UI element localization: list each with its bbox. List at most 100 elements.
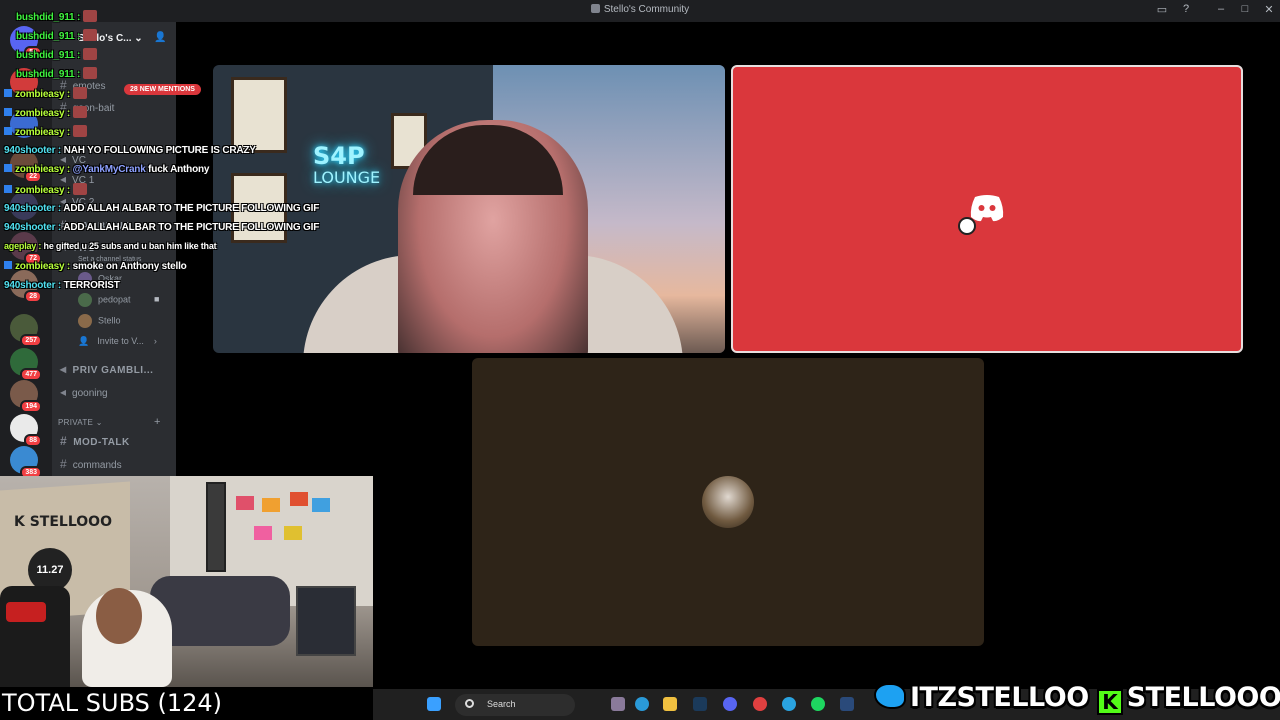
invite-to-voice[interactable]: 👤 Invite to V... › [78, 336, 157, 347]
chat-message: bushdid_911 : [16, 10, 98, 23]
emote-icon [73, 87, 88, 99]
voice-user-stello[interactable]: Stello [78, 314, 121, 328]
mention-badge: 194 [20, 400, 42, 413]
hash-icon: # [60, 457, 67, 471]
windows-start-icon[interactable] [427, 697, 441, 711]
window-title: Stello's Community [0, 4, 1280, 15]
person-add-icon: 👤 [78, 336, 90, 346]
edge-icon[interactable] [635, 697, 649, 711]
chair-accent [6, 602, 46, 622]
emote-icon [83, 67, 98, 79]
chat-message: 940shooter : NAH YO FOLLOWING PICTURE IS… [4, 145, 256, 156]
chrome-icon[interactable] [753, 697, 767, 711]
voice-user-pedopat[interactable]: pedopat [78, 293, 131, 307]
twitch-icon [4, 89, 12, 97]
wall-frame [231, 77, 287, 153]
discord-logo-icon [970, 195, 1004, 222]
wall-sticker [312, 498, 330, 512]
chat-message: bushdid_911 : [16, 29, 98, 42]
avatar [78, 314, 92, 328]
mention-badge: 88 [24, 434, 42, 447]
wall-sticker [284, 526, 302, 540]
add-member-icon[interactable]: 👤 [154, 32, 166, 43]
steam-icon-2[interactable] [840, 697, 854, 711]
box-label: K STELLOOO [14, 514, 112, 530]
chevron-right-icon: › [153, 336, 157, 346]
telegram-icon[interactable] [782, 697, 796, 711]
copilot-icon[interactable] [611, 697, 625, 711]
search-icon [465, 699, 474, 708]
taskbar-search-input[interactable]: Search [455, 694, 575, 716]
emote-icon [83, 48, 98, 60]
twitch-icon [4, 261, 12, 269]
chat-message: zombieasy : [4, 125, 88, 138]
channel-mod-talk[interactable]: # MOD-TALK [60, 434, 130, 448]
chat-message: zombieasy : smoke on Anthony stello [4, 261, 187, 272]
twitch-icon [4, 164, 12, 172]
new-mentions-pill[interactable]: 28 NEW MENTIONS [124, 84, 201, 95]
wall-sticker [290, 492, 308, 506]
streamer-head [96, 588, 142, 644]
emote-icon [73, 125, 88, 137]
file-explorer-icon[interactable] [663, 697, 677, 711]
chat-message: 940shooter : TERRORIST [4, 280, 120, 291]
discord-icon[interactable] [723, 697, 737, 711]
neon-sign: S4P LOUNGE [313, 142, 381, 187]
video-tile-user-avatar[interactable] [472, 358, 984, 646]
emote-icon [73, 106, 88, 118]
speaker-icon: ◂ [60, 385, 67, 399]
channel-priv-gambling[interactable]: ◂ PRIV GAMBLI... [60, 362, 153, 376]
channel-gooning[interactable]: ◂ gooning [60, 385, 108, 399]
twitter-icon [874, 683, 906, 709]
video-camera-icon: ■ [154, 294, 160, 304]
soccer-ball-icon [958, 217, 976, 235]
chat-message: bushdid_911 : [16, 67, 98, 80]
spotify-icon[interactable] [811, 697, 825, 711]
chat-message: ageplay : he gifted u 25 subs and u ban … [4, 241, 217, 251]
help-icon[interactable]: ? [1178, 3, 1194, 15]
emote-icon [83, 29, 98, 41]
server-icon-8[interactable]: 477 [10, 348, 42, 381]
social-handles-overlay: ITZSTELLOO K STELLOOO [874, 682, 1280, 718]
inbox-icon[interactable]: ▭ [1154, 3, 1170, 16]
wall-sticker [236, 496, 254, 510]
server-icon-9[interactable]: 194 [10, 380, 42, 413]
chat-message: bushdid_911 : [16, 48, 98, 61]
steam-icon[interactable] [693, 697, 707, 711]
hash-icon: # [60, 434, 68, 448]
user-avatar [702, 476, 754, 528]
chevron-down-icon: ⌄ [95, 418, 103, 427]
twitch-icon [4, 127, 12, 135]
chat-message: 940shooter : ADD ALLAH ALBAR TO THE PICT… [4, 222, 320, 233]
chat-message: zombieasy : [4, 87, 88, 100]
close-icon[interactable]: ✕ [1261, 3, 1277, 16]
category-private[interactable]: PRIVATE ⌄ [58, 418, 103, 427]
wall-sticker [262, 498, 280, 512]
speaker-icon: ◂ [60, 362, 67, 376]
kick-icon: K [1096, 689, 1123, 715]
server-icon [590, 4, 600, 13]
twitch-icon [4, 185, 12, 193]
streamer-webcam: K STELLOOO 11.27 [0, 476, 373, 687]
channel-commands[interactable]: # commands [60, 457, 122, 471]
server-icon-10[interactable]: 88 [10, 414, 42, 447]
chat-message: 940shooter : ADD ALLAH ALBAR TO THE PICT… [4, 203, 320, 214]
window-titlebar: Stello's Community ▭ ? – □ ✕ [0, 0, 1280, 22]
chevron-down-icon: ⌄ [134, 33, 143, 44]
add-channel-icon[interactable]: + [154, 416, 160, 428]
mention-badge: 257 [20, 334, 42, 347]
wall-mirror [206, 482, 226, 572]
emote-icon [73, 183, 88, 195]
server-icon-11[interactable]: 383 [10, 446, 42, 479]
chat-message: zombieasy : @YankMyCrank fuck Anthony [4, 164, 209, 175]
maximize-icon[interactable]: □ [1237, 3, 1253, 15]
server-icon-7[interactable]: 257 [10, 314, 42, 347]
mention-badge: 28 [24, 290, 42, 303]
chat-message: zombieasy : [4, 183, 88, 196]
video-tile-discord-avatar[interactable] [731, 65, 1243, 353]
emote-icon [83, 10, 98, 22]
pc-monitor [296, 586, 356, 656]
chat-message: zombieasy : [4, 106, 88, 119]
total-subs-counter: TOTAL SUBS (124) [0, 687, 373, 720]
minimize-icon[interactable]: – [1213, 3, 1229, 15]
